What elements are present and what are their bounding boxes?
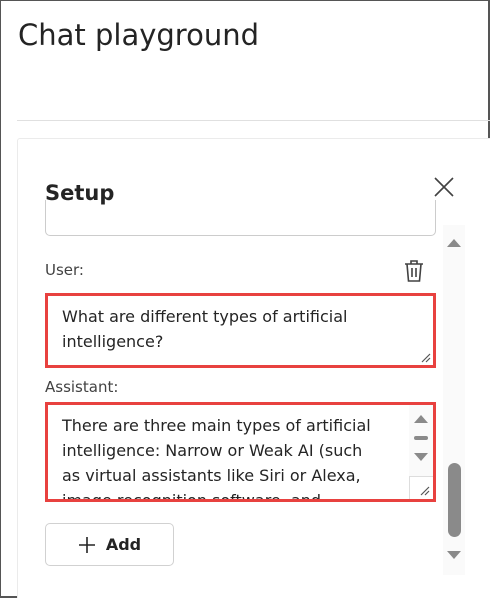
scroll-up-icon[interactable]	[414, 415, 428, 423]
add-message-button[interactable]: Add	[45, 523, 174, 566]
resize-grip-icon[interactable]	[421, 353, 431, 363]
page-title: Chat playground	[18, 18, 259, 52]
plus-icon	[78, 536, 95, 553]
divider	[17, 120, 490, 121]
resize-grip-icon[interactable]	[420, 486, 430, 496]
user-message-text: What are different types of artificial i…	[62, 307, 348, 351]
scroll-down-icon[interactable]	[414, 453, 428, 461]
trash-icon[interactable]	[403, 259, 425, 283]
scrollbar-thumb[interactable]	[448, 463, 461, 537]
close-icon[interactable]	[433, 176, 455, 198]
user-message-textarea[interactable]: What are different types of artificial i…	[45, 293, 436, 368]
user-label: User:	[45, 261, 84, 279]
scroll-up-icon[interactable]	[447, 239, 461, 247]
add-label: Add	[105, 535, 142, 554]
resize-corner[interactable]	[409, 476, 433, 499]
system-message-textarea[interactable]	[45, 200, 436, 236]
textarea-scrollbar[interactable]	[409, 405, 433, 499]
assistant-message-text: There are three main types of artificial…	[62, 416, 371, 502]
assistant-message-textarea[interactable]: There are three main types of artificial…	[45, 402, 436, 502]
textarea-scroll-thumb[interactable]	[414, 436, 428, 440]
scroll-down-icon[interactable]	[447, 551, 461, 559]
assistant-label: Assistant:	[45, 378, 119, 396]
